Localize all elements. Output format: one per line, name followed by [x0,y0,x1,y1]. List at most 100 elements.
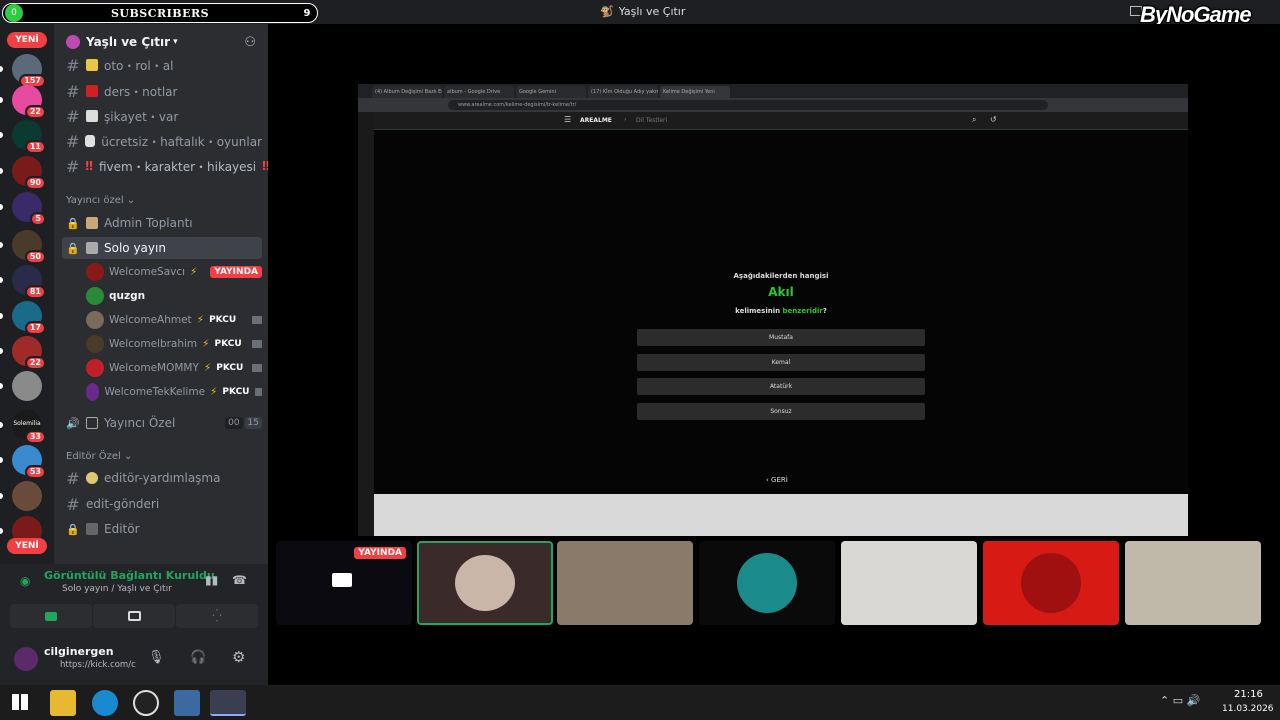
answer-option[interactable]: Mustafa [637,329,925,346]
answer-option[interactable]: Sonsuz [637,403,925,420]
bolt-icon: ⚡ [210,386,218,398]
avatar [86,335,104,353]
activity-button[interactable]: ⁛ [176,604,258,628]
add-member-icon[interactable]: ⚇ [244,35,256,50]
channel-yayinci-ozel[interactable]: 🔊 Yayıncı Özel 00 15 [62,412,262,434]
channel-oto-rol[interactable]: # oto・rol・al [62,54,262,76]
server-icon[interactable]: 50 [12,230,46,264]
category-streamer[interactable]: Yayıncı özel ⌄ [66,195,135,206]
new-pill-top[interactable]: YENİ [7,32,47,48]
lock-icon: 🔒 [66,522,80,536]
browser-tab[interactable]: (17) Kİm Olduğu Adıy yakma s... [588,86,658,98]
server-icon[interactable] [12,371,42,401]
server-icon[interactable]: Solemilia 33 [12,410,46,444]
server-icon[interactable]: 11 [12,120,46,154]
participant-tile[interactable] [699,541,835,625]
clock-date[interactable]: 11.03.2026 [1222,704,1274,714]
question-text: kelimesinin [735,307,781,315]
question-highlight: benzeridir [782,307,823,315]
hash-icon: # [66,494,80,514]
menu-icon[interactable]: ☰ [564,115,571,124]
channel-admin[interactable]: 🔒 Admin Toplantı [62,212,262,234]
voice-user[interactable]: WelcomeAhmet ⚡ PKCU [86,309,262,331]
server-icon[interactable]: 17 [12,301,46,335]
channel-editor-yardim[interactable]: # editör-yardımlaşma [62,467,262,489]
tray-icons[interactable]: ⌃ ▭ 🔊 [1160,694,1200,707]
server-icon[interactable]: 22 [12,85,46,119]
screenshare-icon [127,611,141,621]
participant-tile[interactable] [1125,541,1261,625]
obs-icon[interactable] [133,690,159,716]
channel-label: fivem・karakter・hikayesi [98,159,257,174]
clock-time[interactable]: 21:16 [1234,689,1263,700]
discord-icon[interactable] [210,690,246,716]
avatar [1021,553,1081,613]
browser-tab[interactable]: (4) Album Değişimi Bazlı Editör [372,86,442,98]
participant-tile[interactable] [417,541,553,625]
window-title: 🐒 Yaşlı ve Çıtır [600,5,685,18]
headphones-icon[interactable]: 🎧 [190,650,206,665]
voice-user-name: WelcomeTekKelime [104,386,206,398]
category-editor[interactable]: Editör Özel ⌄ [66,451,132,462]
voice-user[interactable]: WelcomeMOMMY ⚡ PKCU [86,357,262,379]
search-icon[interactable]: ⌕ [972,115,976,125]
bolt-icon: ⚡ [203,362,212,374]
browser-tab[interactable]: album - Google Drive [444,86,514,98]
site-name[interactable]: AREALME [580,117,612,124]
server-icon[interactable]: 53 [12,445,46,479]
channel-ucretsiz[interactable]: # ücretsiz・haftalık・oyunlar [62,130,262,152]
lock-icon: 🔒 [66,241,80,255]
participant-tile[interactable] [557,541,693,625]
channel-ders-notlar[interactable]: # ders・notlar [62,80,262,102]
server-icon[interactable]: 157 [12,54,46,88]
camera-icon [252,340,262,348]
voice-user[interactable]: WelcomeTekKelime ⚡ PKCU [86,381,262,403]
settings-gear-icon[interactable]: ⚙ [232,648,245,666]
channel-edit-gonderi[interactable]: # edit-gönderi [62,493,262,515]
participant-tile[interactable] [841,541,977,625]
back-button[interactable]: ‹ GERİ [766,476,788,484]
noise-suppression-icon[interactable]: ▮▮ [205,573,218,587]
person-icon [86,217,98,229]
server-icon[interactable]: 90 [12,156,46,190]
voice-user[interactable]: Welcomelbrahim ⚡ PKCU [86,333,262,355]
channel-sikayet[interactable]: # şikayet・var [62,105,262,127]
voice-user[interactable]: quzgn [86,285,262,307]
server-icon[interactable]: 5 [12,192,46,226]
windows-start-icon[interactable] [12,694,28,710]
voice-status[interactable]: Görüntülü Bağlantı Kuruldu [44,569,215,582]
channel-editor[interactable]: 🔒 Editör [62,518,262,540]
browser-tab-active[interactable]: Kelime Değişimi Yeni [660,86,730,98]
participant-tile[interactable] [983,541,1119,625]
new-pill-bottom[interactable]: YENİ [7,538,47,554]
server-icon[interactable]: 22 [12,336,46,370]
server-icon[interactable] [12,481,42,511]
camera-button[interactable] [10,604,92,628]
browser-tab[interactable]: Google Gemini [516,86,586,98]
app-icon[interactable] [174,690,200,716]
microphone-icon[interactable]: 🎙 [148,650,165,665]
avatar[interactable] [14,647,38,671]
screenshare-button[interactable] [93,604,175,628]
edge-icon[interactable] [92,690,118,716]
file-explorer-icon[interactable] [50,690,76,716]
answer-option[interactable]: Kemal [637,354,925,371]
server-name: Yaşlı ve Çıtır [86,35,171,49]
url-bar[interactable]: www.arealme.com/kelime-degisimi/tr-kelim… [448,100,1048,110]
channel-solo-selected[interactable]: 🔒 Solo yayın [62,237,262,259]
alert-icon: ‼ [85,159,93,173]
server-icon[interactable]: 81 [12,265,46,299]
history-icon[interactable]: ↺ [990,115,997,124]
mention-badge: 81 [24,285,46,299]
answer-option[interactable]: Atatürk [637,378,925,395]
server-icon [66,35,80,49]
channel-fivem[interactable]: #‼fivem・karakter・hikayesi‼ [62,155,268,177]
avatar [455,555,515,611]
server-label: Solemilia [13,420,41,427]
voice-user[interactable]: WelcomeSavcı ⚡ YAYINDA [86,261,262,283]
username[interactable]: cilginergen [44,645,114,658]
disconnect-icon[interactable]: ☎ [232,573,247,587]
breadcrumb[interactable]: Dil Testleri [636,117,667,124]
participant-tile[interactable]: YAYINDA [276,541,412,625]
voice-location[interactable]: Solo yayın / Yaşlı ve Çıtır [62,584,172,594]
